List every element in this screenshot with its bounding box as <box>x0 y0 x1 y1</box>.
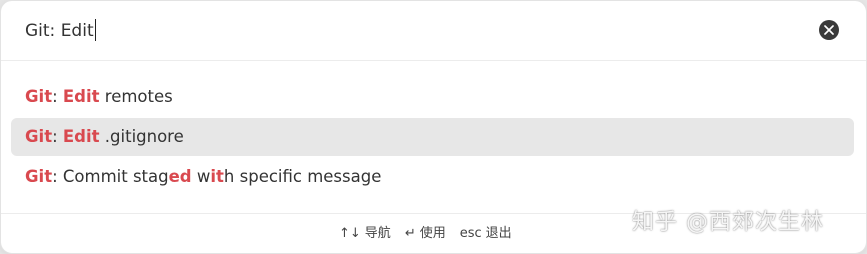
label-text: w <box>191 167 211 186</box>
result-label: Git: Edit .gitignore <box>25 118 184 156</box>
label-text: h specific message <box>223 167 382 186</box>
keyboard-hint: esc 退出 <box>460 225 512 243</box>
match-highlight: Git <box>25 127 53 146</box>
hint-label: 导航 <box>364 226 391 241</box>
match-highlight: Git <box>25 87 53 106</box>
hint-key: ↑↓ <box>339 226 361 241</box>
result-label: Git: Edit remotes <box>25 78 173 116</box>
footer-hints-bar: ↑↓ 导航 ↵ 使用 esc 退出 <box>1 213 866 253</box>
close-icon <box>824 25 834 35</box>
match-highlight: ed <box>168 167 192 186</box>
result-item[interactable]: Git: Edit .gitignore <box>11 118 854 156</box>
clear-search-button[interactable] <box>819 20 839 40</box>
search-input[interactable] <box>23 15 783 45</box>
keyboard-hint: ↑↓ 导航 <box>339 225 391 243</box>
label-text: .gitignore <box>99 127 184 146</box>
result-item[interactable]: Git: Commit staged with specific message <box>11 158 854 196</box>
label-text: remotes <box>99 87 173 106</box>
hint-key: ↵ <box>404 226 416 241</box>
command-palette: Git: Edit Git: Edit remotes Git: Edit .gi… <box>0 0 867 254</box>
hint-key: esc <box>459 226 482 241</box>
search-row: Git: Edit <box>1 1 866 61</box>
match-highlight: Git <box>25 167 53 186</box>
label-text: : Commit stag <box>52 167 169 186</box>
result-label: Git: Commit staged with specific message <box>25 158 381 196</box>
hint-label: 使用 <box>419 226 446 241</box>
label-text: : <box>52 87 63 106</box>
result-item[interactable]: Git: Edit remotes <box>11 78 854 116</box>
match-highlight: Edit <box>62 87 100 106</box>
match-highlight: it <box>210 167 224 186</box>
match-highlight: Edit <box>62 127 100 146</box>
keyboard-hints: ↑↓ 导航 ↵ 使用 esc 退出 <box>339 225 526 243</box>
keyboard-hint: ↵ 使用 <box>405 225 446 243</box>
label-text: : <box>52 127 63 146</box>
hint-label: 退出 <box>485 226 512 241</box>
